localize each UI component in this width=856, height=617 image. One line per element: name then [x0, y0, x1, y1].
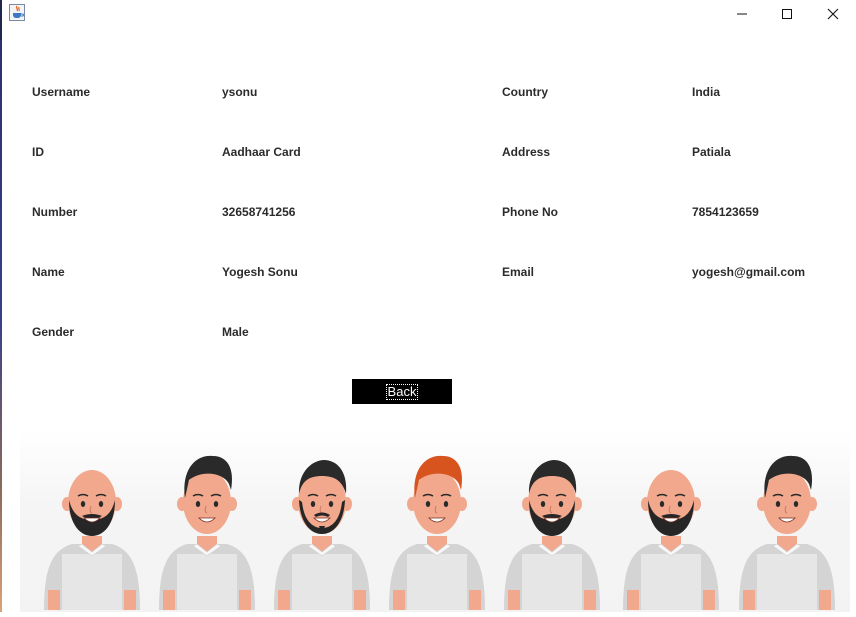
email-label: Email: [502, 265, 535, 279]
window-edge-top: [0, 0, 2, 40]
person-figure: [623, 470, 719, 610]
title-bar: [0, 0, 856, 28]
maximize-button[interactable]: [764, 0, 810, 28]
person-quiff-icon: [737, 450, 837, 612]
id-value: Aadhaar Card: [222, 145, 301, 159]
name-label: Name: [32, 265, 65, 279]
name-value: Yogesh Sonu: [222, 265, 298, 279]
people-illustration: [0, 430, 856, 612]
id-label: ID: [32, 145, 44, 159]
person-quiff-icon: [157, 450, 257, 612]
person-figure: [504, 460, 600, 610]
email-value: yogesh@gmail.com: [692, 265, 806, 279]
person-figure: [159, 455, 255, 610]
address-label: Address: [502, 145, 551, 159]
person-figure: [389, 455, 485, 610]
minimize-button[interactable]: [719, 0, 765, 28]
phone-label: Phone No: [502, 205, 558, 219]
person-figure: [739, 455, 835, 610]
close-icon: [827, 8, 839, 20]
username-label: Username: [32, 85, 91, 99]
person-bald-beard-icon: [42, 450, 142, 612]
person-redhead-icon: [387, 450, 487, 612]
country-value: India: [692, 85, 721, 99]
address-value: Patiala: [692, 145, 731, 159]
number-value: 32658741256: [222, 205, 296, 219]
phone-value: 7854123659: [692, 205, 759, 219]
person-figure: [274, 460, 370, 610]
gender-label: Gender: [32, 325, 75, 339]
person-goatee-icon: [272, 450, 372, 612]
maximize-icon: [782, 9, 792, 19]
back-button[interactable]: Back: [352, 379, 452, 404]
username-value: ysonu: [222, 85, 258, 99]
java-cup-icon: [9, 4, 25, 21]
close-button[interactable]: [810, 0, 856, 28]
person-figure: [44, 470, 140, 610]
person-bald-beard-icon: [621, 450, 721, 612]
person-full-beard-icon: [502, 450, 602, 612]
minimize-icon: [737, 13, 747, 15]
country-label: Country: [502, 85, 548, 99]
number-label: Number: [32, 205, 78, 219]
gender-value: Male: [222, 325, 249, 339]
back-button-label: Back: [385, 383, 419, 400]
